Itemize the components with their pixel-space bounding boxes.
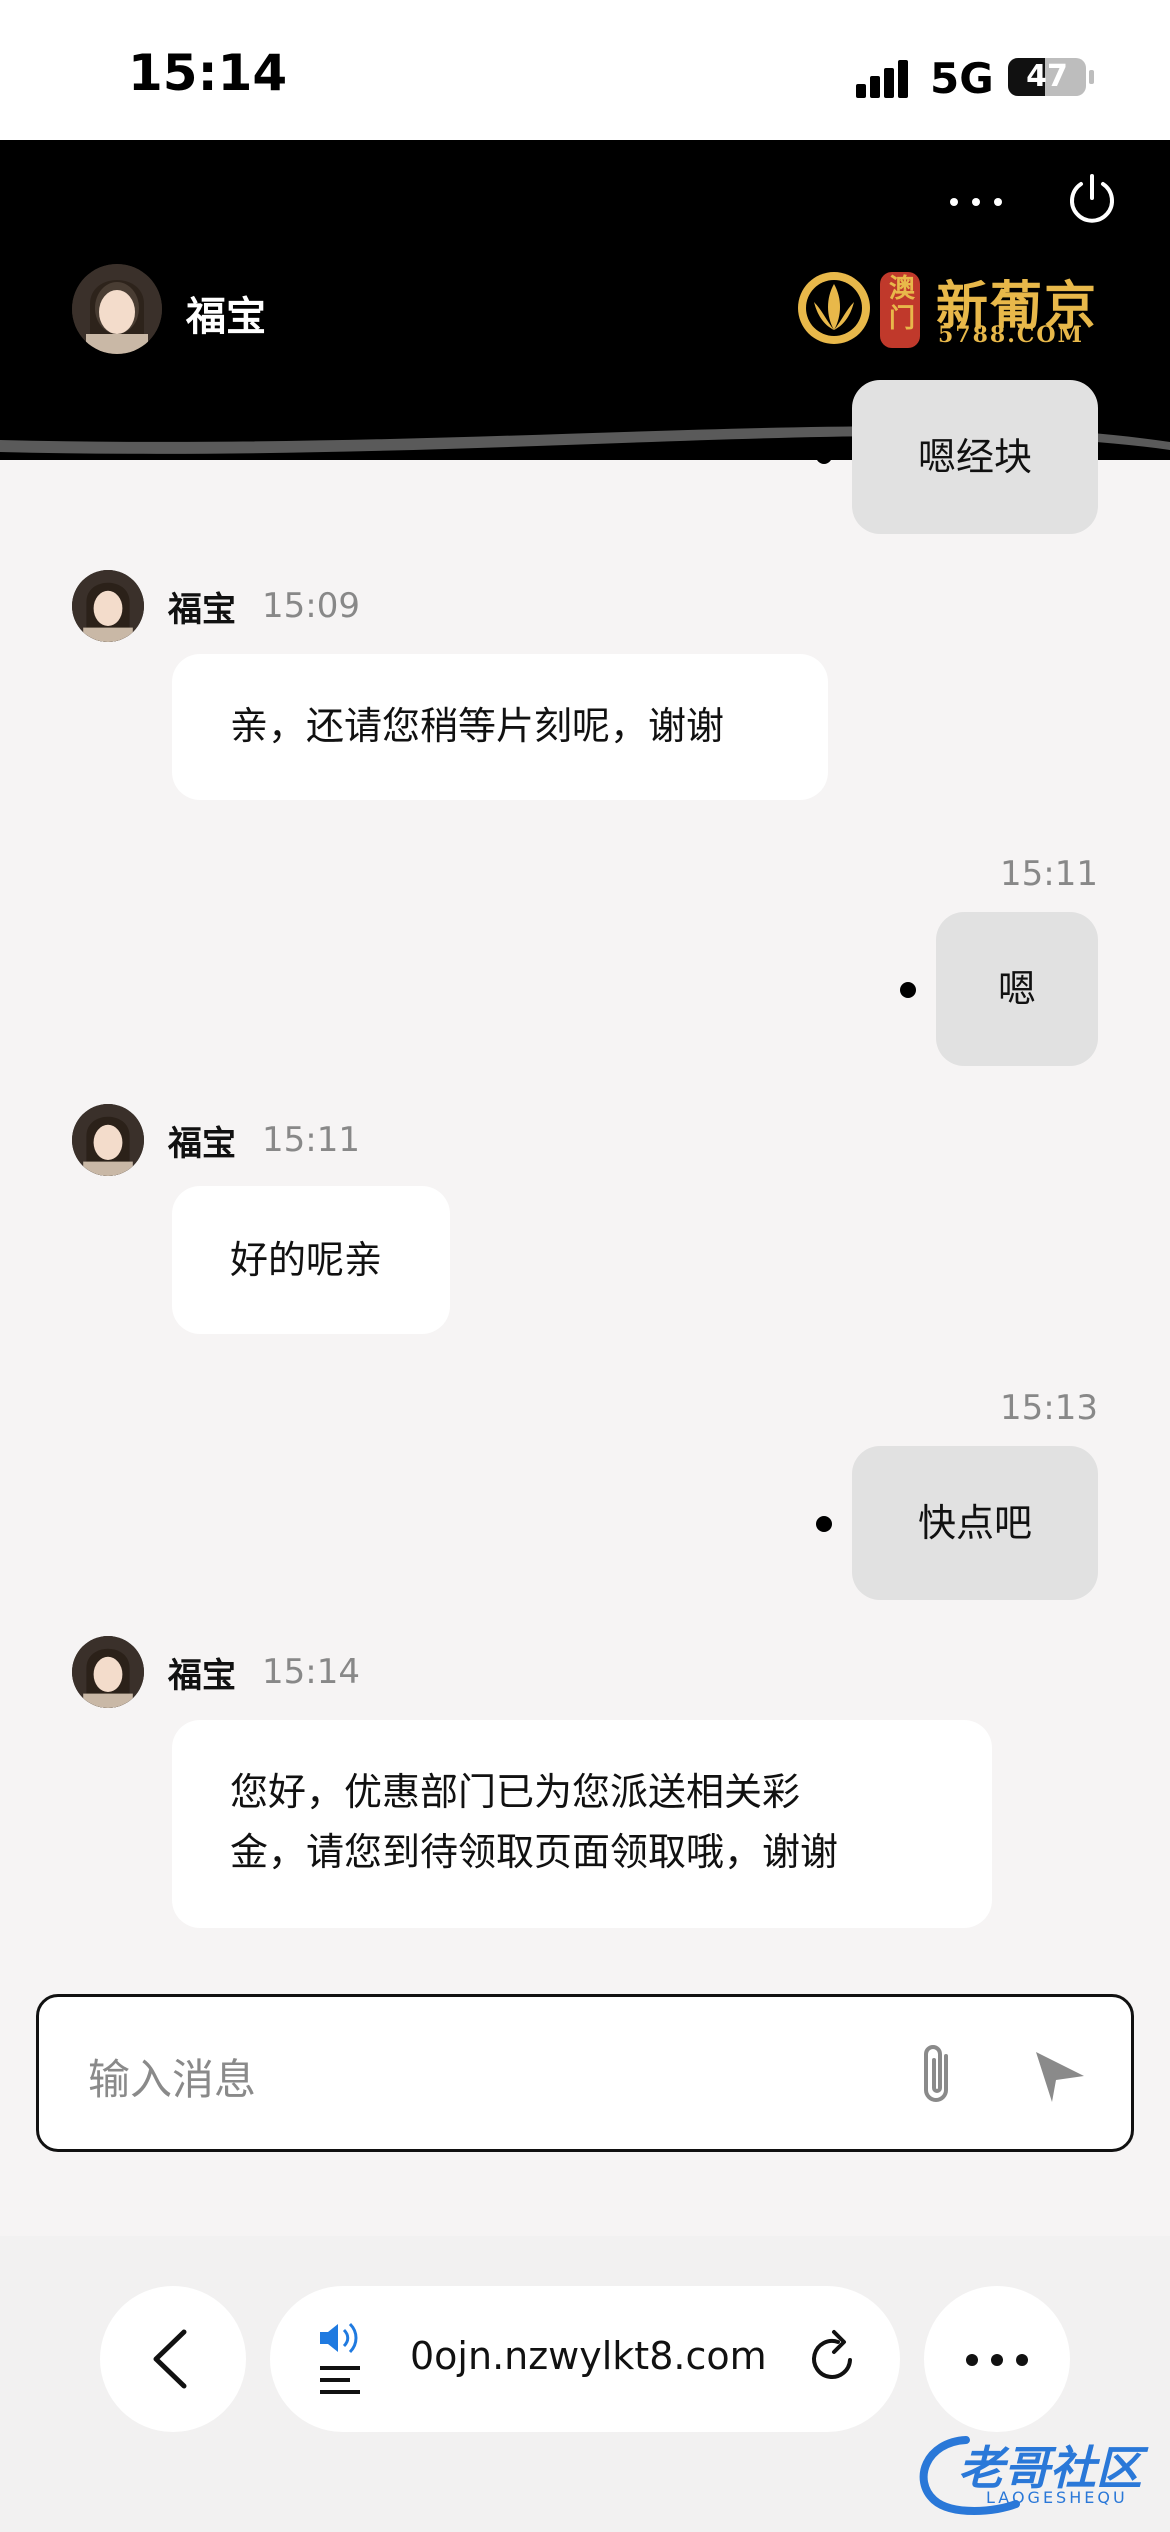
status-dot (900, 982, 916, 998)
message-text: 好的呢亲 (230, 1238, 383, 1282)
status-time: 15:14 (128, 44, 288, 102)
logo-sub: 5788.COM (938, 322, 1084, 348)
back-chevron-icon (153, 2329, 187, 2389)
status-dot (816, 1516, 832, 1532)
message-text: 快点吧 (917, 1501, 1032, 1545)
message-meta: 福宝 15:09 (72, 570, 360, 642)
avatar (72, 1636, 144, 1708)
reader-audio-icon[interactable] (316, 2318, 372, 2398)
message-bubble-incoming: 亲，还请您稍等片刻呢，谢谢 (172, 654, 828, 800)
message-time: 15:14 (262, 1652, 360, 1692)
message-meta: 福宝 15:14 (72, 1636, 360, 1708)
status-bar: 15:14 5G 47 (0, 0, 1170, 140)
avatar (72, 1104, 144, 1176)
message-bubble-incoming: 您好，优惠部门已为您派送相关彩 金，请您到待领取页面领取哦，谢谢 (172, 1720, 992, 1928)
send-icon[interactable] (1030, 2046, 1090, 2106)
message-bubble-outgoing: 嗯 (936, 912, 1098, 1066)
message-time: 15:09 (262, 586, 360, 626)
logo-badge: 澳门 (888, 274, 915, 334)
status-dot (816, 448, 832, 464)
message-text: 亲，还请您稍等片刻呢，谢谢 (230, 704, 725, 748)
sender-name: 福宝 (168, 1123, 236, 1164)
battery-tip (1089, 70, 1094, 84)
message-bubble-incoming: 好的呢亲 (172, 1186, 450, 1334)
battery-icon: 47 (1008, 58, 1086, 96)
message-text-line: 金，请您到待领取页面领取哦，谢谢 (230, 1830, 839, 1874)
message-text: 嗯 (997, 967, 1036, 1011)
more-options-icon[interactable] (946, 176, 1006, 226)
message-bubble-outgoing: 嗯经块 (852, 380, 1098, 534)
message-text-line: 您好，优惠部门已为您派送相关彩 (230, 1770, 801, 1814)
reload-icon[interactable] (806, 2328, 862, 2388)
message-time: 15:11 (262, 1120, 360, 1160)
message-bubble-outgoing: 快点吧 (852, 1446, 1098, 1600)
signal-icon (856, 58, 916, 98)
avatar (72, 570, 144, 642)
agent-avatar[interactable] (72, 264, 162, 354)
browser-menu-button[interactable] (924, 2286, 1070, 2432)
network-type: 5G (930, 54, 994, 103)
battery-percent: 47 (1026, 59, 1068, 94)
sender-name: 福宝 (168, 589, 236, 630)
attach-icon[interactable] (908, 2040, 968, 2114)
message-time: 15:11 (1000, 854, 1098, 894)
header-agent-name: 福宝 (186, 294, 266, 340)
url-text: 0ojn.nzwylkt8.com (410, 2334, 767, 2378)
message-input-placeholder: 输入消息 (88, 2055, 257, 2104)
power-icon[interactable] (1064, 170, 1120, 226)
watermark-sub: LAOGESHEQU (986, 2488, 1128, 2507)
message-meta: 福宝 15:11 (72, 1104, 360, 1176)
message-time: 15:13 (1000, 1388, 1098, 1428)
message-text: 嗯经块 (917, 435, 1032, 479)
sender-name: 福宝 (168, 1655, 236, 1696)
back-button[interactable] (100, 2286, 246, 2432)
